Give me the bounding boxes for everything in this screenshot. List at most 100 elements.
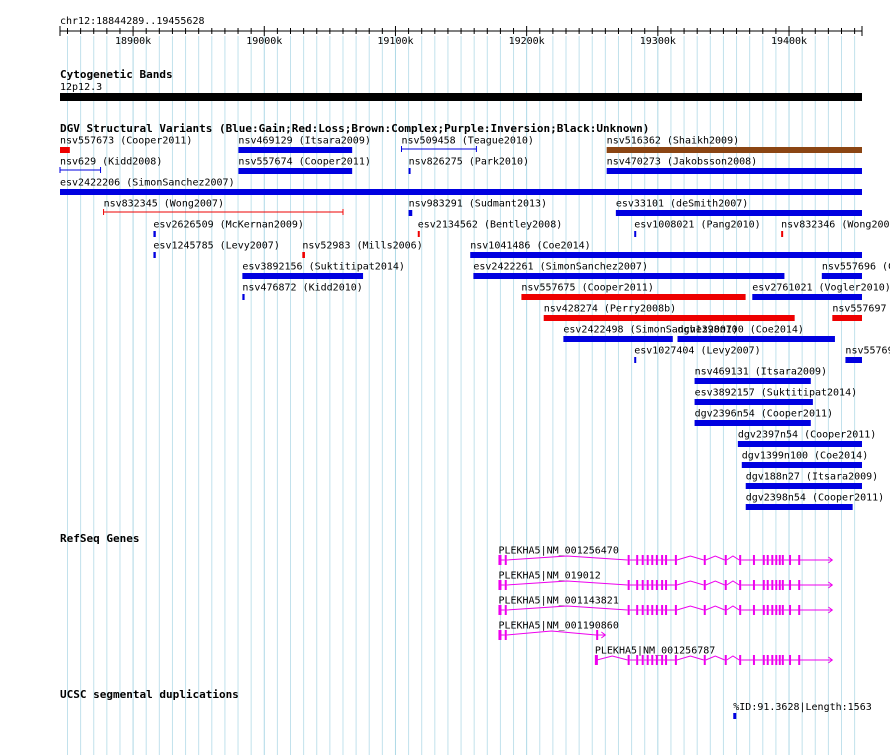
gene-exon[interactable] <box>798 580 801 590</box>
gene-exon[interactable] <box>789 605 792 615</box>
gene-exon[interactable] <box>789 655 792 665</box>
gene-exon[interactable] <box>665 605 668 615</box>
gene-exon[interactable] <box>752 555 755 565</box>
dgv-feature-bar[interactable] <box>470 252 862 258</box>
gene-exon[interactable] <box>665 655 668 665</box>
gene-exon[interactable] <box>766 580 769 590</box>
gene-exon[interactable] <box>724 580 727 590</box>
gene-exon[interactable] <box>789 580 792 590</box>
dgv-feature-bar[interactable] <box>153 231 156 237</box>
gene-exon[interactable] <box>775 580 778 590</box>
gene-exon[interactable] <box>752 655 755 665</box>
gene-exon[interactable] <box>798 605 801 615</box>
dgv-feature-bar[interactable] <box>60 147 70 153</box>
gene-exon[interactable] <box>641 605 644 615</box>
gene-exon[interactable] <box>627 655 630 665</box>
gene-exon[interactable] <box>798 555 801 565</box>
dgv-feature-bar[interactable] <box>543 315 795 321</box>
gene-exon[interactable] <box>665 580 668 590</box>
gene-exon[interactable] <box>674 580 677 590</box>
gene-exon[interactable] <box>498 630 502 640</box>
gene-exon[interactable] <box>655 655 658 665</box>
gene-exon[interactable] <box>798 655 801 665</box>
gene-exon[interactable] <box>674 555 677 565</box>
gene-exon[interactable] <box>646 555 649 565</box>
dgv-feature-bar[interactable] <box>694 420 811 426</box>
dgv-feature-bar[interactable] <box>417 231 420 237</box>
gene-exon[interactable] <box>739 605 742 615</box>
gene-exon[interactable] <box>596 630 599 640</box>
gene-exon[interactable] <box>627 555 630 565</box>
gene-exon[interactable] <box>771 655 774 665</box>
dgv-feature-bar[interactable] <box>238 168 353 174</box>
dgv-feature-bar[interactable] <box>238 147 353 153</box>
gene-exon[interactable] <box>771 555 774 565</box>
dgv-feature-bar[interactable] <box>242 273 364 279</box>
gene-exon[interactable] <box>789 555 792 565</box>
gene-exon[interactable] <box>775 655 778 665</box>
gene-exon[interactable] <box>724 655 727 665</box>
gene-exon[interactable] <box>646 580 649 590</box>
gene-exon[interactable] <box>674 605 677 615</box>
gene-exon[interactable] <box>771 580 774 590</box>
gene-exon[interactable] <box>651 605 654 615</box>
gene-exon[interactable] <box>781 605 784 615</box>
dgv-feature-bar[interactable] <box>615 210 862 216</box>
gene-exon[interactable] <box>778 605 781 615</box>
gene-exon[interactable] <box>661 580 664 590</box>
gene-exon[interactable] <box>504 605 507 615</box>
gene-exon[interactable] <box>636 555 639 565</box>
dgv-feature-bar[interactable] <box>737 441 862 447</box>
dgv-feature-bar[interactable] <box>821 273 862 279</box>
gene-exon[interactable] <box>724 605 727 615</box>
gene-exon[interactable] <box>665 555 668 565</box>
dgv-feature-bar[interactable] <box>745 504 853 510</box>
gene-exon[interactable] <box>661 605 664 615</box>
gene-exon[interactable] <box>636 605 639 615</box>
gene-exon[interactable] <box>703 605 706 615</box>
gene-exon[interactable] <box>762 555 765 565</box>
gene-exon[interactable] <box>641 655 644 665</box>
dgv-feature-bar[interactable] <box>832 315 862 321</box>
dgv-feature-bar[interactable] <box>473 273 785 279</box>
gene-exon[interactable] <box>703 580 706 590</box>
dgv-feature-bar[interactable] <box>845 357 862 363</box>
gene-exon[interactable] <box>775 555 778 565</box>
gene-exon[interactable] <box>674 655 677 665</box>
gene-exon[interactable] <box>724 555 727 565</box>
gene-exon[interactable] <box>655 555 658 565</box>
gene-exon[interactable] <box>627 605 630 615</box>
gene-exon[interactable] <box>641 555 644 565</box>
gene-exon[interactable] <box>766 655 769 665</box>
gene-exon[interactable] <box>778 555 781 565</box>
gene-exon[interactable] <box>775 605 778 615</box>
gene-exon[interactable] <box>661 555 664 565</box>
gene-exon[interactable] <box>655 605 658 615</box>
gene-exon[interactable] <box>651 580 654 590</box>
dgv-feature-bar[interactable] <box>634 357 637 363</box>
gene-exon[interactable] <box>766 555 769 565</box>
gene-exon[interactable] <box>504 580 507 590</box>
gene-exon[interactable] <box>594 655 598 665</box>
gene-exon[interactable] <box>661 655 664 665</box>
gene-exon[interactable] <box>655 580 658 590</box>
dgv-feature-bar[interactable] <box>694 378 811 384</box>
dgv-feature-bar[interactable] <box>606 147 862 153</box>
dgv-feature-bar[interactable] <box>408 168 411 174</box>
gene-exon[interactable] <box>504 555 507 565</box>
gene-exon[interactable] <box>646 605 649 615</box>
gene-exon[interactable] <box>781 555 784 565</box>
gene-exon[interactable] <box>504 630 507 640</box>
dgv-feature-bar[interactable] <box>153 252 156 258</box>
gene-exon[interactable] <box>739 655 742 665</box>
gene-exon[interactable] <box>739 555 742 565</box>
dgv-feature-bar[interactable] <box>741 462 862 468</box>
cytoband-bar[interactable] <box>60 93 862 101</box>
gene-exon[interactable] <box>762 580 765 590</box>
gene-exon[interactable] <box>646 655 649 665</box>
gene-exon[interactable] <box>636 655 639 665</box>
dgv-feature-bar[interactable] <box>408 210 413 216</box>
dgv-feature-bar[interactable] <box>677 336 835 342</box>
gene-exon[interactable] <box>703 655 706 665</box>
gene-exon[interactable] <box>778 580 781 590</box>
